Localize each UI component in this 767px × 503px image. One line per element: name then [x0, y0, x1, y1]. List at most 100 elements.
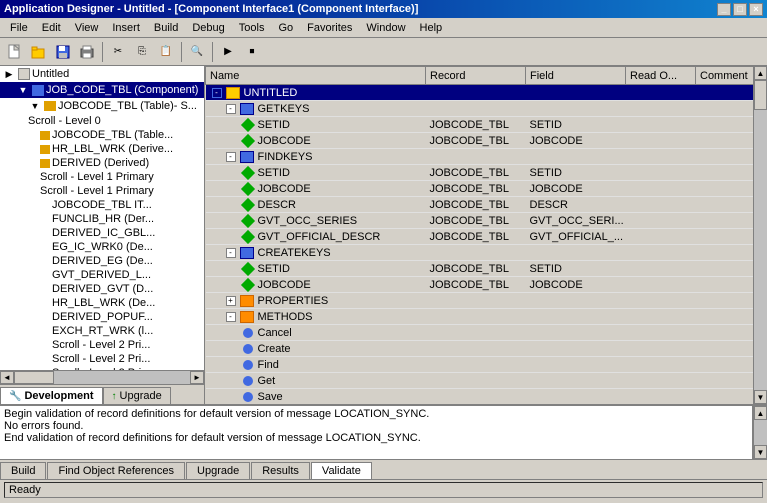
ci-comment-jobcode-ck [696, 277, 754, 293]
tree-derived-ic[interactable]: DERIVED_IC_GBL... [0, 226, 204, 240]
log-line-2: No errors found. [4, 420, 748, 432]
tree-job-code-tbl[interactable]: ▼ JOB_CODE_TBL (Component) [0, 82, 204, 98]
tab-development[interactable]: 🔧 Development [0, 387, 103, 404]
toolbar-find[interactable]: 🔍 [186, 41, 208, 63]
scroll-up-btn[interactable]: ▲ [754, 66, 767, 80]
menu-edit[interactable]: Edit [36, 21, 67, 35]
tree-derived-eg[interactable]: DERIVED_EG (De... [0, 254, 204, 268]
tree-derived-pop[interactable]: DERIVED_POPUF... [0, 310, 204, 324]
ci-row-getkeys[interactable]: - GETKEYS [206, 101, 754, 117]
tab-validate[interactable]: Validate [311, 462, 372, 479]
ci-row-setid-fk[interactable]: SETID JOBCODE_TBL SETID [206, 165, 754, 181]
log-scroll-down[interactable]: ▼ [754, 445, 767, 459]
tree-root-untitled[interactable]: ▶ Untitled [0, 66, 204, 82]
expand-getkeys[interactable]: - [226, 104, 236, 114]
scroll-track-v [754, 80, 767, 390]
log-scroll-v[interactable]: ▲ ▼ [753, 406, 767, 459]
tab-find-refs[interactable]: Find Object References [47, 462, 185, 479]
expand-methods[interactable]: - [226, 312, 236, 322]
tree-derived[interactable]: DERIVED (Derived) [0, 156, 204, 170]
ci-row-save[interactable]: Save [206, 389, 754, 405]
folder-getkeys-icon [240, 103, 254, 115]
log-content[interactable]: Begin validation of record definitions f… [0, 406, 753, 459]
ci-row-gvt-off[interactable]: GVT_OFFICIAL_DESCR JOBCODE_TBL GVT_OFFIC… [206, 229, 754, 245]
scroll-left-btn[interactable]: ◄ [0, 371, 14, 384]
ci-row-createkeys[interactable]: - CREATEKEYS [206, 245, 754, 261]
menu-go[interactable]: Go [272, 21, 299, 35]
tree-jobcode-tbl2[interactable]: JOBCODE_TBL (Table... [0, 128, 204, 142]
tree-hr-lbl-wrk[interactable]: HR_LBL_WRK (Derive... [0, 142, 204, 156]
menu-window[interactable]: Window [360, 21, 411, 35]
menu-favorites[interactable]: Favorites [301, 21, 358, 35]
expand-untitled[interactable]: - [212, 88, 222, 98]
expand-properties[interactable]: + [226, 296, 236, 306]
toolbar-paste[interactable]: 📋 [155, 41, 177, 63]
scroll-down-btn[interactable]: ▼ [754, 390, 767, 404]
ci-row-get[interactable]: Get [206, 373, 754, 389]
ci-row-gvt-occ[interactable]: GVT_OCC_SERIES JOBCODE_TBL GVT_OCC_SERI.… [206, 213, 754, 229]
tree-scroll-1a[interactable]: Scroll - Level 1 Primary [0, 170, 204, 184]
toolbar-print[interactable] [76, 41, 98, 63]
tab-results[interactable]: Results [251, 462, 310, 479]
toolbar-save[interactable] [52, 41, 74, 63]
tree-label-jt2: JOBCODE_TBL (Table... [52, 129, 173, 141]
log-scroll-up[interactable]: ▲ [754, 406, 767, 420]
menu-build[interactable]: Build [148, 21, 184, 35]
toolbar-open[interactable] [28, 41, 50, 63]
ci-row-setid-gk[interactable]: SETID JOBCODE_TBL SETID [206, 117, 754, 133]
tree-scroll-2b[interactable]: Scroll - Level 2 Pri... [0, 352, 204, 366]
menu-file[interactable]: File [4, 21, 34, 35]
tree-jobcode-it[interactable]: JOBCODE_TBL IT... [0, 198, 204, 212]
menu-insert[interactable]: Insert [106, 21, 146, 35]
menu-view[interactable]: View [69, 21, 105, 35]
tree-derived-gvt[interactable]: DERIVED_GVT (D... [0, 282, 204, 296]
scroll-thumb-v[interactable] [754, 80, 767, 110]
tree-scroll-1b[interactable]: Scroll - Level 1 Primary [0, 184, 204, 198]
tree-gvt-derived[interactable]: GVT_DERIVED_L... [0, 268, 204, 282]
ci-row-jobcode-ck[interactable]: JOBCODE JOBCODE_TBL JOBCODE [206, 277, 754, 293]
toolbar-copy[interactable]: ⎘ [131, 41, 153, 63]
maximize-button[interactable]: □ [733, 3, 747, 16]
tree-jobcode-tbl-table[interactable]: ▼ JOBCODE_TBL (Table)- S... [0, 98, 204, 114]
ci-row-find[interactable]: Find [206, 357, 754, 373]
ci-row-untitled[interactable]: - UNTITLED [206, 85, 754, 101]
tree-scroll-2a[interactable]: Scroll - Level 2 Pri... [0, 338, 204, 352]
toolbar-new[interactable] [4, 41, 26, 63]
scroll-right-btn[interactable]: ► [190, 371, 204, 384]
ci-row-cancel[interactable]: Cancel [206, 325, 754, 341]
expand-findkeys[interactable]: - [226, 152, 236, 162]
ci-row-jobcode-gk[interactable]: JOBCODE JOBCODE_TBL JOBCODE [206, 133, 754, 149]
tree-exch-rt[interactable]: EXCH_RT_WRK (l... [0, 324, 204, 338]
ci-row-jobcode-fk[interactable]: JOBCODE JOBCODE_TBL JOBCODE [206, 181, 754, 197]
toolbar-run[interactable]: ▶ [217, 41, 239, 63]
scroll-thumb-h[interactable] [14, 371, 54, 384]
ci-row-methods[interactable]: - METHODS [206, 309, 754, 325]
ci-row-create[interactable]: Create [206, 341, 754, 357]
menu-tools[interactable]: Tools [233, 21, 271, 35]
ci-row-descr[interactable]: DESCR JOBCODE_TBL DESCR [206, 197, 754, 213]
tab-upgrade-bottom[interactable]: Upgrade [186, 462, 250, 479]
toolbar-cut[interactable]: ✂ [107, 41, 129, 63]
close-button[interactable]: × [749, 3, 763, 16]
menu-debug[interactable]: Debug [186, 21, 230, 35]
left-scroll-h[interactable]: ◄ ► [0, 370, 204, 384]
ci-scroll-v[interactable]: ▲ ▼ [753, 66, 767, 404]
ci-comment-setid-ck [696, 261, 754, 277]
ci-row-setid-ck[interactable]: SETID JOBCODE_TBL SETID [206, 261, 754, 277]
left-tree[interactable]: ▶ Untitled ▼ JOB_CODE_TBL (Component) ▼ … [0, 66, 204, 370]
menu-help[interactable]: Help [414, 21, 449, 35]
tree-funclib[interactable]: FUNCLIB_HR (Der... [0, 212, 204, 226]
ci-name-findkeys: - FINDKEYS [206, 149, 426, 165]
tree-scroll-0[interactable]: Scroll - Level 0 [0, 114, 204, 128]
minimize-button[interactable]: _ [717, 3, 731, 16]
ci-name-get: Get [206, 373, 426, 389]
tab-build[interactable]: Build [0, 462, 46, 479]
ci-tree-area[interactable]: Name Record Field Read O... Comment [205, 66, 753, 404]
tree-eg-ic[interactable]: EG_IC_WRK0 (De... [0, 240, 204, 254]
tab-upgrade[interactable]: ↑ Upgrade [103, 387, 171, 404]
ci-row-findkeys[interactable]: - FINDKEYS [206, 149, 754, 165]
ci-row-properties[interactable]: + PROPERTIES [206, 293, 754, 309]
expand-createkeys[interactable]: - [226, 248, 236, 258]
toolbar-stop[interactable]: ⏹ [241, 41, 263, 63]
tree-hr-lbl-wrk2[interactable]: HR_LBL_WRK (De... [0, 296, 204, 310]
